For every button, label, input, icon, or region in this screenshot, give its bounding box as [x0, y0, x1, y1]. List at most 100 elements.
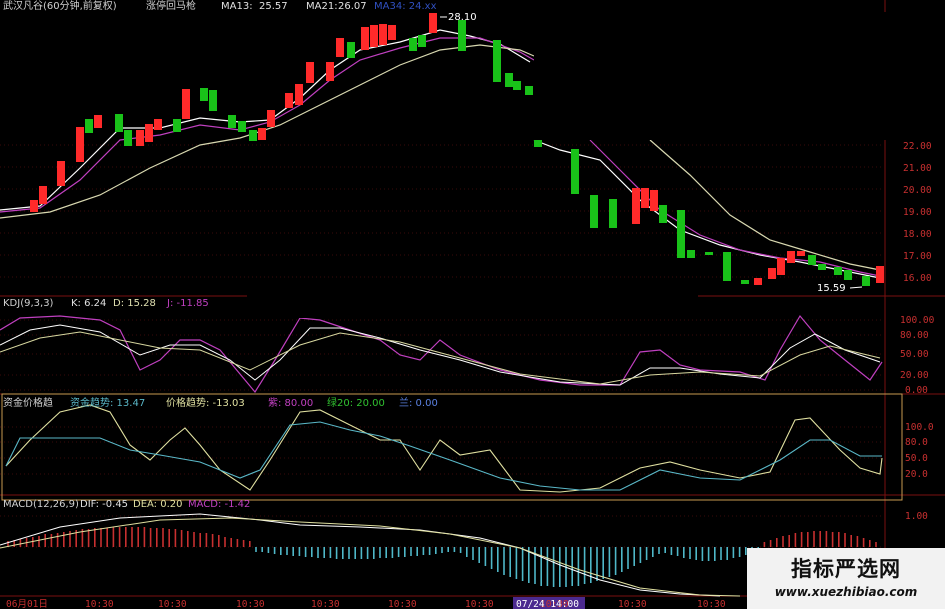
occlusion-block-top-right	[534, 12, 945, 140]
fund-label: 资金价格趋	[3, 396, 53, 409]
svg-text:16.00: 16.00	[903, 273, 932, 284]
down-candle	[571, 149, 579, 194]
ma13-value: 25.57	[259, 1, 288, 12]
fund-panel-frame	[1, 393, 903, 501]
svg-text:10:30: 10:30	[236, 599, 265, 609]
down-candle	[705, 252, 713, 255]
ma34-faded: MA34: 24.xx	[374, 1, 437, 12]
up-candle	[295, 84, 303, 105]
up-candle	[787, 251, 795, 263]
fund-trend-value: 资金趋势: 13.47	[70, 396, 145, 409]
svg-text:10:30: 10:30	[85, 599, 114, 609]
up-candle	[336, 38, 344, 57]
up-candle	[641, 188, 649, 208]
svg-text:0.00: 0.00	[905, 385, 928, 396]
down-candle	[609, 199, 617, 228]
down-candle	[741, 280, 749, 284]
up-candle	[258, 128, 266, 140]
svg-text:10:30: 10:30	[618, 599, 647, 609]
grid-lines	[0, 144, 885, 548]
down-candle	[458, 20, 466, 51]
up-candle	[632, 188, 640, 224]
price-trend-line	[5, 404, 883, 493]
svg-text:20.0: 20.0	[905, 469, 928, 480]
fund-trend-line	[5, 421, 882, 491]
down-candle	[525, 86, 533, 95]
kdj-axis: 100.00 80.00 50.00 20.00 0.00	[900, 315, 935, 396]
green-level: 绿20: 20.00	[327, 396, 385, 409]
down-candle	[209, 90, 217, 111]
ma21-value: 26.07	[338, 1, 367, 12]
down-candle	[659, 205, 667, 223]
macd-dea-line	[0, 517, 741, 597]
down-candle	[808, 255, 816, 265]
macd-value: MACD: -1.42	[188, 499, 250, 510]
svg-text:50.00: 50.00	[900, 349, 929, 360]
kdj-k-value: K: 6.24	[71, 298, 106, 309]
svg-text:21.00: 21.00	[903, 163, 932, 174]
up-candle	[306, 62, 314, 83]
down-candle	[418, 35, 426, 47]
svg-text:19.00: 19.00	[903, 207, 932, 218]
up-candle	[370, 25, 378, 47]
svg-text:10:30: 10:30	[311, 599, 340, 609]
down-candle	[238, 121, 246, 132]
down-candle	[115, 114, 123, 132]
time-axis: 06月01日 10:30 10:30 10:30 10:30 10:30 10:…	[6, 597, 726, 609]
svg-text:20.00: 20.00	[900, 370, 929, 381]
macd-dea-value: DEA: 0.20	[133, 499, 183, 510]
svg-text:10:30: 10:30	[697, 599, 726, 609]
svg-text:06月01日: 06月01日	[6, 599, 48, 609]
down-candle	[723, 252, 731, 281]
down-candle	[687, 250, 695, 258]
svg-text:10:30: 10:30	[158, 599, 187, 609]
svg-text:100.0: 100.0	[905, 422, 934, 433]
down-candle	[493, 40, 501, 82]
up-candle	[876, 266, 884, 283]
blue-level: 兰: 0.00	[399, 396, 438, 409]
fund-trend-lines	[5, 404, 883, 493]
fund-axis: 100.0 80.0 50.0 20.0	[905, 422, 934, 480]
up-candle	[429, 13, 437, 33]
svg-text:17.00: 17.00	[903, 251, 932, 262]
down-candle	[818, 264, 826, 270]
watermark-url: www.xuezhibiao.com	[774, 585, 918, 599]
svg-text:07/24 14:00: 07/24 14:00	[516, 599, 579, 609]
svg-text:18.00: 18.00	[903, 229, 932, 240]
svg-text:80.00: 80.00	[900, 330, 929, 341]
svg-text:80.0: 80.0	[905, 437, 928, 448]
down-candle	[124, 130, 132, 146]
svg-text:20.00: 20.00	[903, 185, 932, 196]
up-candle	[94, 115, 102, 128]
down-candle	[200, 88, 208, 101]
up-candle	[361, 27, 369, 50]
kdj-label: KDJ(9,3,3)	[3, 298, 54, 309]
macd-dif-value: DIF: -0.45	[80, 499, 128, 510]
down-candle	[862, 276, 870, 286]
macd-lines	[0, 513, 741, 597]
watermark-title: 指标严选网	[791, 557, 901, 581]
down-candle	[85, 119, 93, 133]
svg-text:10:30: 10:30	[388, 599, 417, 609]
price-axis: 22.00 21.00 20.00 19.00 18.00 17.00 16.0…	[903, 141, 932, 284]
down-candle	[513, 81, 521, 90]
up-candle	[30, 200, 38, 212]
down-candle	[228, 115, 236, 128]
macd-axis-tick: 1.00	[905, 511, 928, 522]
down-candle	[249, 130, 257, 141]
up-candle	[754, 278, 762, 285]
ma21-label: MA21:	[306, 1, 338, 12]
down-candle	[505, 73, 513, 87]
down-candle	[677, 210, 685, 258]
down-candle	[590, 195, 598, 228]
stock-chart[interactable]: 武汉凡谷(60分钟,前复权) 涨停回马枪 MA13: 25.57 MA21: 2…	[0, 0, 945, 609]
kdj-d-value: D: 15.28	[113, 298, 156, 309]
up-candle	[267, 110, 275, 127]
down-candle	[347, 42, 355, 58]
macd-dif-line	[0, 513, 721, 597]
up-candle	[797, 251, 805, 256]
down-candle	[534, 139, 542, 147]
ma13-label: MA13:	[221, 1, 253, 12]
strategy-annotation: 涨停回马枪	[146, 0, 196, 12]
down-candle	[173, 119, 181, 132]
